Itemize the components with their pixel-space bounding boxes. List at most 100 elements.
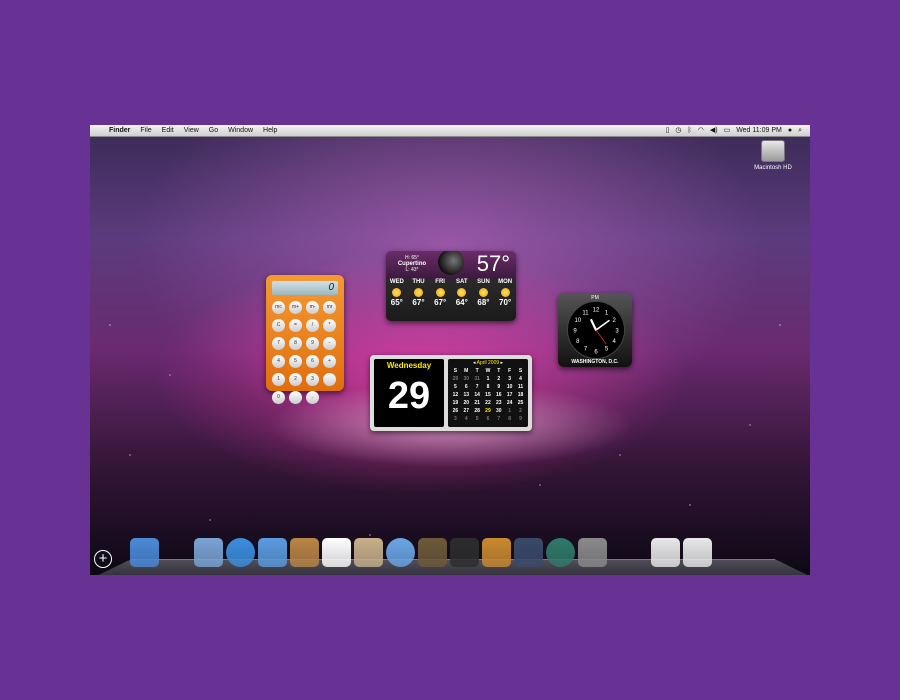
script-menu-icon[interactable]: ▯ (666, 125, 670, 136)
dashboard-icon[interactable] (162, 538, 191, 567)
spotlight-icon[interactable]: ⌕ (798, 125, 802, 136)
iphoto-icon[interactable] (418, 538, 447, 567)
imovie-icon[interactable] (450, 538, 479, 567)
calendar-day: 16 (496, 392, 502, 398)
volume-icon[interactable]: ◀) (710, 125, 718, 136)
sunny-icon (413, 288, 423, 297)
calendar-day: 6 (486, 416, 490, 422)
menu-view[interactable]: View (179, 125, 204, 136)
wifi-icon[interactable]: ◠ (698, 125, 704, 136)
calculator-key[interactable]: * (323, 319, 336, 332)
system-preferences-icon[interactable] (578, 538, 607, 567)
calculator-key[interactable]: + (323, 355, 336, 368)
minute-hand (595, 319, 610, 331)
calendar-widget[interactable]: Wednesday 29 ◂ April 2009 ▸ S M T W T F S 29 30 3… (370, 355, 532, 431)
clock-numeral: 4 (613, 339, 617, 345)
month-title: April 2009 (476, 360, 500, 366)
weekday-header: T (497, 368, 501, 374)
forecast-day-name: THU (412, 279, 425, 285)
calculator-key[interactable]: 3 (306, 373, 319, 386)
starfield (90, 125, 810, 575)
calculator-key[interactable]: mr (323, 301, 336, 314)
forecast-day: SUN 68° (473, 279, 493, 307)
menu-edit[interactable]: Edit (157, 125, 179, 136)
forecast-day-name: FRI (435, 279, 445, 285)
calculator-key[interactable]: 4 (272, 355, 285, 368)
calculator-key[interactable]: 2 (289, 373, 302, 386)
calendar-day: 9 (519, 416, 522, 422)
menu-help[interactable]: Help (258, 125, 282, 136)
calculator-key[interactable]: 1 (272, 373, 285, 386)
moon-icon (438, 251, 464, 275)
calculator-key[interactable]: . (306, 391, 319, 404)
next-month-icon[interactable]: ▸ (501, 360, 504, 366)
dock-separator (610, 538, 616, 567)
bluetooth-icon[interactable]: ᛒ (688, 125, 692, 136)
calculator-key[interactable]: - (323, 337, 336, 350)
itunes-icon[interactable] (386, 538, 415, 567)
weekday-header: S (453, 368, 458, 374)
menu-go[interactable]: Go (204, 125, 223, 136)
calculator-key[interactable]: mc (272, 301, 285, 314)
ichat-icon[interactable] (258, 538, 287, 567)
safari-icon[interactable] (226, 538, 255, 567)
menu-finder[interactable]: Finder (104, 125, 135, 136)
trash-icon[interactable] (715, 538, 744, 567)
documents-2-icon[interactable] (683, 538, 712, 567)
garageband-icon[interactable] (482, 538, 511, 567)
menu-clock[interactable]: Wed 11:09 PM (736, 125, 782, 136)
calculator-key[interactable]: 8 (289, 337, 302, 350)
calendar-day: 25 (517, 400, 524, 406)
calendar-day: 23 (496, 400, 502, 406)
macintosh-hd-icon[interactable]: Macintosh HD (743, 140, 803, 171)
world-clock-widget[interactable]: PM 12 1 2 3 4 5 6 7 8 9 10 11 WASHINGTON, D.C. (558, 293, 632, 367)
weather-widget[interactable]: H: 65° Cupertino L: 43° 57° WED 65° THU 67°… (386, 251, 516, 321)
menu-bar: Finder File Edit View Go Window Help ▯ ◷… (90, 125, 810, 137)
calendar-day: 20 (463, 400, 470, 406)
calculator-key[interactable]: m+ (289, 301, 302, 314)
calendar-day: 8 (508, 416, 512, 422)
ical-icon[interactable] (322, 538, 351, 567)
prev-month-icon[interactable]: ◂ (473, 360, 476, 366)
battery-icon[interactable]: ▭ (724, 125, 731, 136)
calculator-key[interactable]: = (289, 319, 302, 332)
forecast-temp: 70° (499, 298, 512, 307)
preview-icon[interactable] (354, 538, 383, 567)
address-book-icon[interactable] (290, 538, 319, 567)
calculator-key[interactable]: 9 (306, 337, 319, 350)
time-machine-icon[interactable]: ◷ (675, 125, 681, 136)
calculator-keypad: mc m+ m-mr C = / * 7 8 9- 4 5 6 +1 2 3 0. (272, 301, 338, 404)
calendar-day: 18 (517, 392, 524, 398)
clock-numeral: 3 (615, 329, 619, 335)
add-widget-button[interactable]: + (94, 550, 112, 568)
forecast-temp: 65° (390, 298, 403, 307)
calculator-key[interactable]: m- (306, 301, 319, 314)
mail-icon[interactable] (194, 538, 223, 567)
forecast-temp: 67° (412, 298, 425, 307)
calculator-key[interactable]: 5 (289, 355, 302, 368)
calendar-day: 6 (464, 384, 468, 390)
menu-window[interactable]: Window (223, 125, 258, 136)
calculator-key[interactable]: / (306, 319, 319, 332)
user-icon[interactable]: ● (788, 125, 792, 136)
forecast-day-name: MON (498, 279, 513, 285)
documents-1-icon[interactable] (651, 538, 680, 567)
calculator-key[interactable] (323, 373, 336, 386)
menu-file[interactable]: File (135, 125, 156, 136)
calculator-widget[interactable]: 0 mc m+ m-mr C = / * 7 8 9- 4 5 6 +1 2 3 0. (266, 275, 344, 404)
clock-numeral: 11 (582, 310, 589, 316)
calculator-key[interactable]: C (272, 319, 285, 332)
calculator-key[interactable]: 6 (306, 355, 319, 368)
calendar-day: 8 (486, 384, 490, 390)
downloads-icon[interactable] (619, 538, 648, 567)
forecast-day-name: SUN (477, 279, 490, 285)
time-machine-icon[interactable] (546, 538, 575, 567)
calendar-day: 4 (519, 376, 522, 382)
calculator-key[interactable]: 7 (272, 337, 285, 350)
spaces-icon[interactable] (514, 538, 543, 567)
weekday-header: M (464, 368, 469, 374)
calculator-key[interactable]: 0 (272, 391, 285, 404)
finder-icon[interactable] (130, 538, 159, 567)
calculator-key[interactable] (289, 391, 302, 404)
calendar-day: 29 (452, 376, 459, 382)
